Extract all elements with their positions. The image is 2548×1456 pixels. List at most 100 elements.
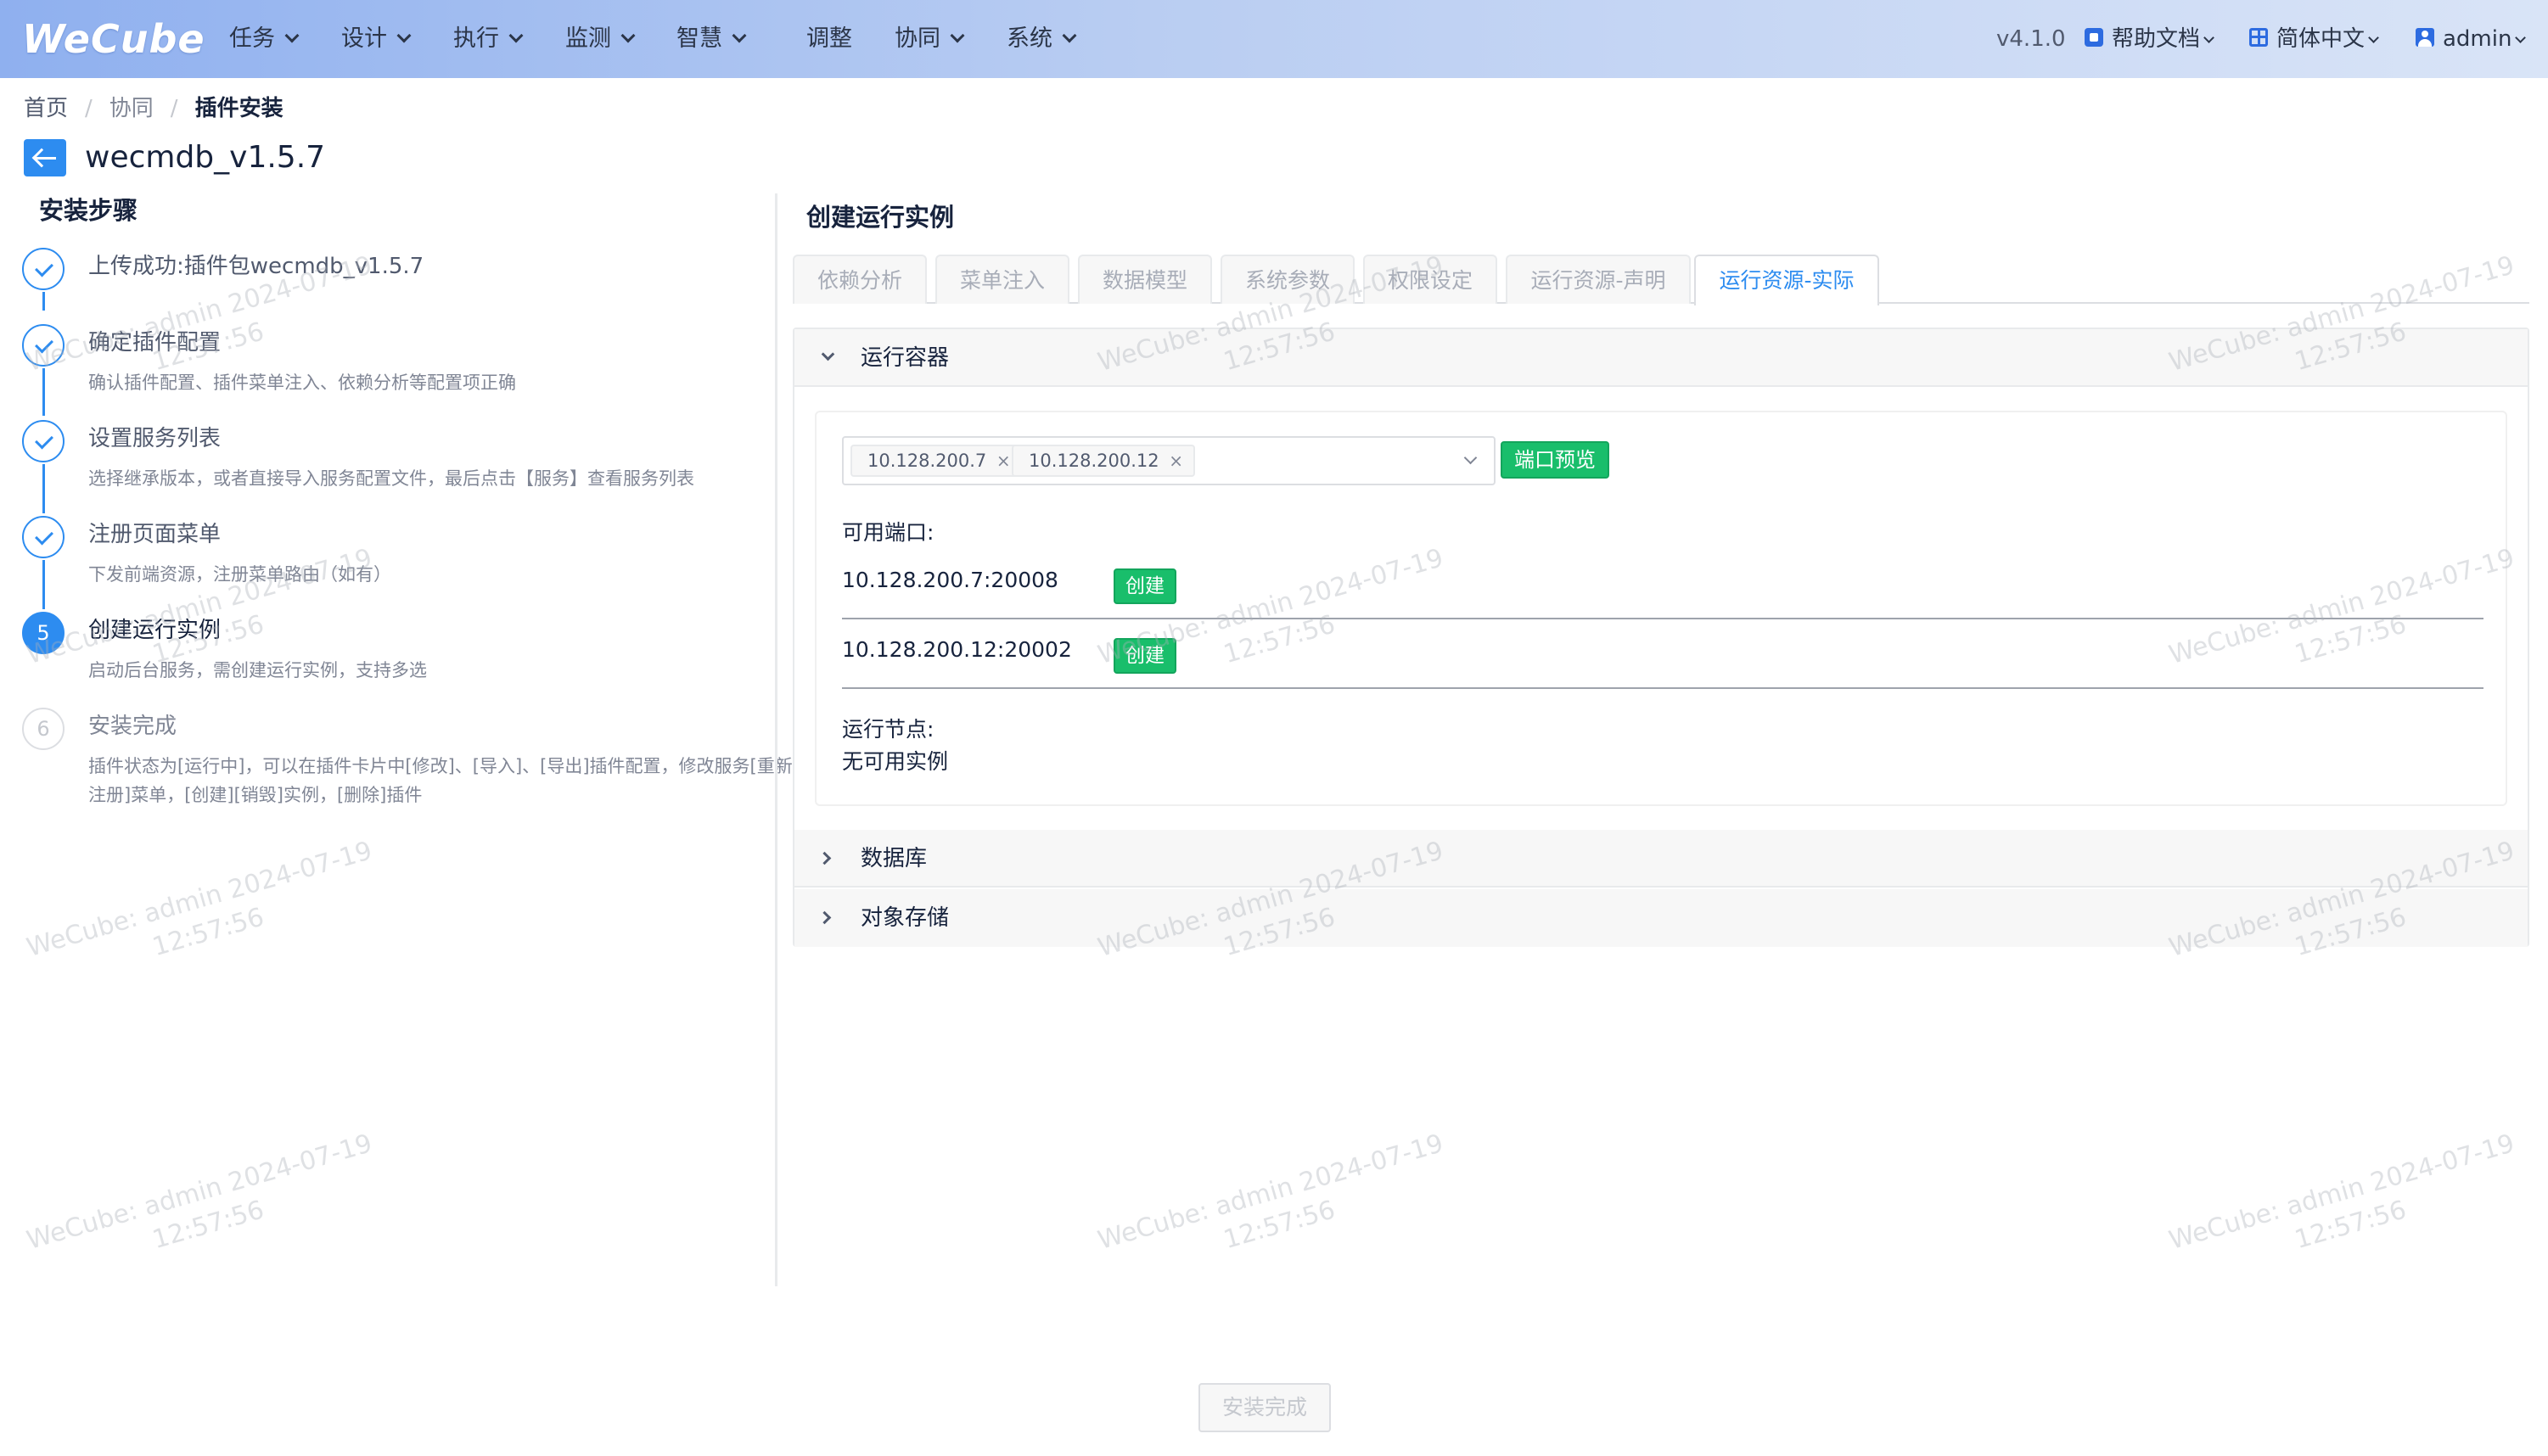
breadcrumb-current: 插件安装 (194, 96, 283, 121)
nav-menu-monitor[interactable]: 监测 (565, 0, 636, 78)
nav-menu-adjust[interactable]: 调整 (806, 0, 852, 78)
tab-runtime-actual[interactable]: 运行资源-实际 (1694, 255, 1879, 305)
step-description: 确认插件配置、插件菜单注入、依赖分析等配置项正确 (88, 372, 516, 393)
step-number-badge: 5 (22, 612, 65, 654)
step-service-list: 设置服务列表 选择继承版本，或者直接导入服务配置文件，最后点击【服务】查看服务列… (22, 420, 760, 515)
user-menu[interactable]: admin (2416, 0, 2527, 78)
help-docs-label: 帮助文档 (2112, 26, 2201, 52)
nav-menu-task-label: 任务 (229, 25, 275, 52)
help-docs-menu[interactable]: 帮助文档 (2085, 0, 2214, 78)
tab-dependency-analysis[interactable]: 依赖分析 (793, 255, 927, 304)
step-connector (42, 292, 45, 311)
step-description: 下发前端资源，注册菜单路由（如有） (88, 564, 391, 585)
language-label: 简体中文 (2276, 26, 2366, 52)
nav-menu-system[interactable]: 系统 (1007, 0, 1077, 78)
watermark-line: WeCube: admin 2024-07-19 (1094, 1128, 1447, 1256)
watermark: WeCube: admin 2024-07-19 12:57:56 (1094, 1128, 1456, 1291)
chevron-down-icon (821, 347, 835, 361)
nav-menu-collaborate[interactable]: 协同 (895, 0, 965, 78)
tab-permission-settings[interactable]: 权限设定 (1363, 255, 1497, 304)
nav-menu-execute[interactable]: 执行 (453, 0, 524, 78)
chevron-down-icon (2203, 32, 2214, 43)
close-icon[interactable]: × (995, 446, 1012, 475)
panel-header-object-storage[interactable]: 对象存储 (794, 889, 2528, 947)
check-icon (22, 248, 65, 290)
breadcrumb: 首页 / 协同 / 插件安装 (24, 93, 283, 124)
nav-menu-intelligence-label: 智慧 (676, 25, 722, 52)
watermark-line: 12:57:56 (1220, 1195, 1339, 1256)
back-button[interactable] (24, 139, 66, 176)
panel-header-database[interactable]: 数据库 (794, 830, 2528, 888)
nav-menu-task[interactable]: 任务 (229, 0, 300, 78)
chevron-down-icon (2515, 32, 2527, 43)
check-icon (22, 516, 65, 558)
chevron-down-icon (396, 28, 412, 43)
tab-system-params[interactable]: 系统参数 (1221, 255, 1355, 304)
chevron-down-icon[interactable] (1463, 451, 1478, 465)
port-row: 10.128.200.12:20002 创建 (842, 621, 2483, 689)
panel-header-label: 对象存储 (861, 905, 950, 931)
watermark: WeCube: admin 2024-07-19 12:57:56 (23, 835, 384, 999)
plugin-title: wecmdb_v1.5.7 (85, 140, 326, 175)
container-panel-body: 10.128.200.7 × 10.128.200.12 × 端口预览 可用端口: … (815, 411, 2507, 806)
tab-data-model[interactable]: 数据模型 (1078, 255, 1212, 304)
main-title: 创建运行实例 (801, 199, 960, 236)
available-ports-label: 可用端口: (842, 520, 934, 545)
step-connector (42, 464, 45, 513)
watermark-line: 12:57:56 (2291, 1195, 2410, 1256)
port-row: 10.128.200.7:20008 创建 (842, 552, 2483, 619)
create-instance-button[interactable]: 创建 (1114, 638, 1176, 674)
chevron-right-icon (817, 910, 832, 925)
close-icon[interactable]: × (1168, 446, 1185, 475)
watermark: WeCube: admin 2024-07-19 12:57:56 (2165, 1128, 2527, 1291)
step-connector (42, 368, 45, 416)
breadcrumb-home[interactable]: 首页 (24, 96, 68, 121)
watermark-line: WeCube: admin 2024-07-19 (23, 836, 376, 963)
chevron-down-icon (508, 28, 524, 43)
top-navigation-bar: WeCube 任务 设计 执行 监测 智慧 调整 协同 系统 v4.1.0 帮助… (0, 0, 2548, 78)
user-name: admin (2443, 26, 2512, 52)
check-icon (22, 324, 65, 367)
chevron-right-icon (817, 851, 832, 865)
language-menu[interactable]: 简体中文 (2249, 0, 2379, 78)
tab-runtime-declared[interactable]: 运行资源-声明 (1506, 255, 1691, 304)
host-chip-label: 10.128.200.12 (1029, 451, 1159, 471)
wecube-logo[interactable]: WeCube (22, 14, 205, 64)
host-chip-label: 10.128.200.7 (867, 451, 987, 471)
panel-header-label: 运行容器 (861, 345, 950, 371)
step-title: 创建运行实例 (88, 618, 222, 643)
step-title: 安装完成 (88, 714, 177, 739)
config-tabs: 依赖分析 菜单注入 数据模型 系统参数 权限设定 运行资源-声明 运行资源-实际 (793, 255, 2529, 305)
pane-divider (775, 193, 777, 1286)
chevron-down-icon (732, 28, 747, 43)
create-instance-button[interactable]: 创建 (1114, 568, 1176, 604)
nav-menu-monitor-label: 监测 (565, 25, 611, 52)
panel-header-label: 数据库 (861, 846, 928, 871)
step-description: 选择继承版本，或者直接导入服务配置文件，最后点击【服务】查看服务列表 (88, 468, 694, 489)
watermark: WeCube: admin 2024-07-19 12:57:56 (23, 1128, 384, 1291)
chevron-down-icon (950, 28, 965, 43)
step-title: 确定插件配置 (88, 330, 222, 356)
tab-menu-injection[interactable]: 菜单注入 (935, 255, 1069, 304)
step-title: 注册页面菜单 (88, 522, 222, 547)
nav-menu-design-label: 设计 (341, 25, 387, 52)
nav-menu-design[interactable]: 设计 (341, 0, 412, 78)
chevron-down-icon (2368, 32, 2379, 43)
port-preview-button[interactable]: 端口预览 (1501, 441, 1609, 479)
step-description: 启动后台服务，需创建运行实例，支持多选 (88, 660, 427, 680)
nav-menu-system-label: 系统 (1007, 25, 1052, 52)
finish-install-button[interactable]: 安装完成 (1198, 1383, 1331, 1432)
watermark-line: WeCube: admin 2024-07-19 (2165, 1128, 2518, 1256)
nav-menu-execute-label: 执行 (453, 25, 499, 52)
step-confirm-config: 确定插件配置 确认插件配置、插件菜单注入、依赖分析等配置项正确 (22, 324, 760, 419)
panel-header-container[interactable]: 运行容器 (794, 329, 2528, 387)
step-connector (42, 560, 45, 609)
step-register-menu: 注册页面菜单 下发前端资源，注册菜单路由（如有） (22, 516, 760, 611)
steps-title: 安装步骤 (34, 192, 143, 229)
run-nodes-label: 运行节点: (842, 717, 934, 742)
nav-menu-intelligence[interactable]: 智慧 (676, 0, 747, 78)
chevron-down-icon (284, 28, 300, 43)
chevron-down-icon (620, 28, 636, 43)
host-multiselect[interactable]: 10.128.200.7 × 10.128.200.12 × (842, 436, 1496, 485)
watermark-line: 12:57:56 (149, 1195, 267, 1256)
